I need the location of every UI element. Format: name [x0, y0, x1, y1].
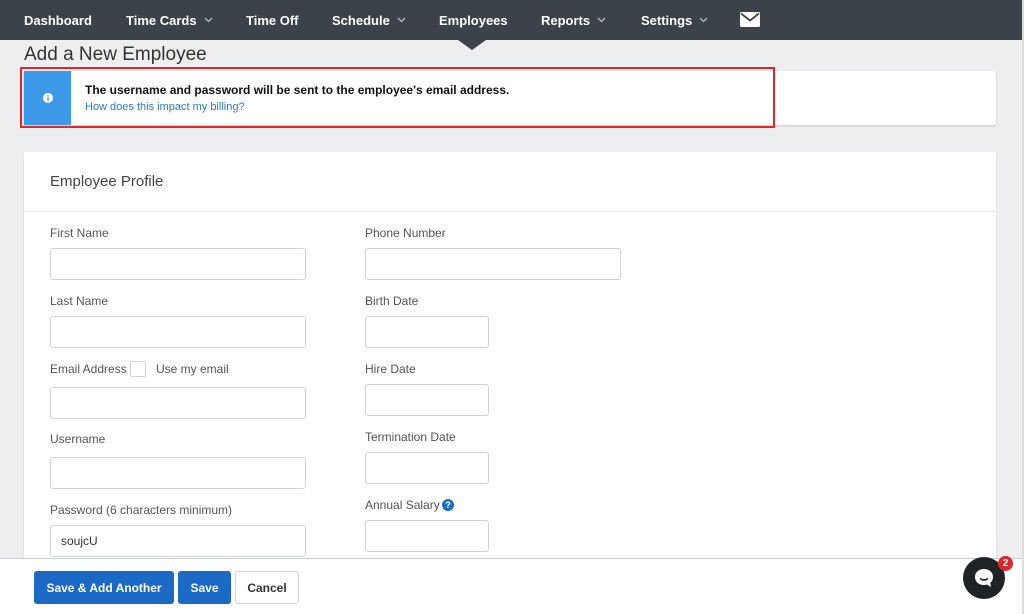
chevron-down-icon	[699, 17, 708, 23]
last-name-label: Last Name	[50, 294, 109, 308]
nav-time-cards[interactable]: Time Cards	[126, 0, 213, 40]
last-name-input[interactable]	[50, 316, 306, 348]
termination-date-label: Termination Date	[365, 430, 456, 444]
annual-salary-label: Annual Salary	[365, 498, 440, 512]
annual-salary-input[interactable]	[365, 520, 489, 552]
phone-label: Phone Number	[365, 226, 446, 240]
hire-date-label: Hire Date	[365, 362, 416, 376]
use-my-email-label: Use my email	[156, 362, 229, 376]
chat-icon	[975, 569, 993, 587]
nav-time-off[interactable]: Time Off	[246, 0, 299, 40]
action-footer: Save & Add Another Save Cancel	[0, 558, 1022, 614]
nav-employees-label: Employees	[439, 12, 508, 28]
birth-date-input[interactable]	[365, 316, 489, 348]
active-nav-indicator	[458, 40, 486, 50]
nav-time-off-label: Time Off	[246, 12, 299, 28]
save-button[interactable]: Save	[178, 571, 231, 604]
chevron-down-icon	[204, 17, 213, 23]
email-label: Email Address	[50, 362, 127, 376]
envelope-icon[interactable]	[740, 12, 760, 32]
termination-date-input[interactable]	[365, 452, 489, 484]
top-nav: Dashboard Time Cards Time Off Schedule E…	[0, 0, 1022, 40]
nav-schedule[interactable]: Schedule	[332, 0, 406, 40]
hire-date-input[interactable]	[365, 384, 489, 416]
first-name-label: First Name	[50, 226, 109, 240]
nav-reports[interactable]: Reports	[541, 0, 606, 40]
employee-profile-card: Employee Profile First Name Last Name Em…	[24, 152, 996, 572]
help-icon[interactable]: ?	[442, 499, 454, 511]
password-input[interactable]: soujcU	[50, 525, 306, 557]
password-label: Password (6 characters minimum)	[50, 503, 233, 517]
nav-settings-label: Settings	[641, 12, 693, 28]
nav-settings[interactable]: Settings	[641, 0, 708, 40]
chevron-down-icon	[597, 17, 606, 23]
birth-date-label: Birth Date	[365, 294, 419, 308]
phone-input[interactable]	[365, 248, 621, 280]
nav-time-cards-label: Time Cards	[126, 12, 197, 28]
card-title: Employee Profile	[50, 173, 164, 190]
cancel-button[interactable]: Cancel	[235, 571, 299, 604]
chevron-down-icon	[397, 17, 406, 23]
card-header: Employee Profile	[24, 152, 996, 212]
nav-reports-label: Reports	[541, 12, 591, 28]
use-my-email-checkbox[interactable]	[130, 361, 146, 377]
nav-employees[interactable]: Employees	[439, 0, 508, 40]
username-label: Username	[50, 432, 106, 446]
nav-dashboard-label: Dashboard	[24, 12, 92, 28]
notification-badge: 2	[998, 556, 1013, 571]
save-and-add-another-button[interactable]: Save & Add Another	[34, 571, 174, 604]
nav-schedule-label: Schedule	[332, 12, 390, 28]
page-title: Add a New Employee	[24, 44, 207, 65]
email-input[interactable]	[50, 387, 306, 419]
highlight-outline	[20, 67, 775, 128]
username-input[interactable]	[50, 457, 306, 489]
nav-dashboard[interactable]: Dashboard	[24, 0, 92, 40]
first-name-input[interactable]	[50, 248, 306, 280]
